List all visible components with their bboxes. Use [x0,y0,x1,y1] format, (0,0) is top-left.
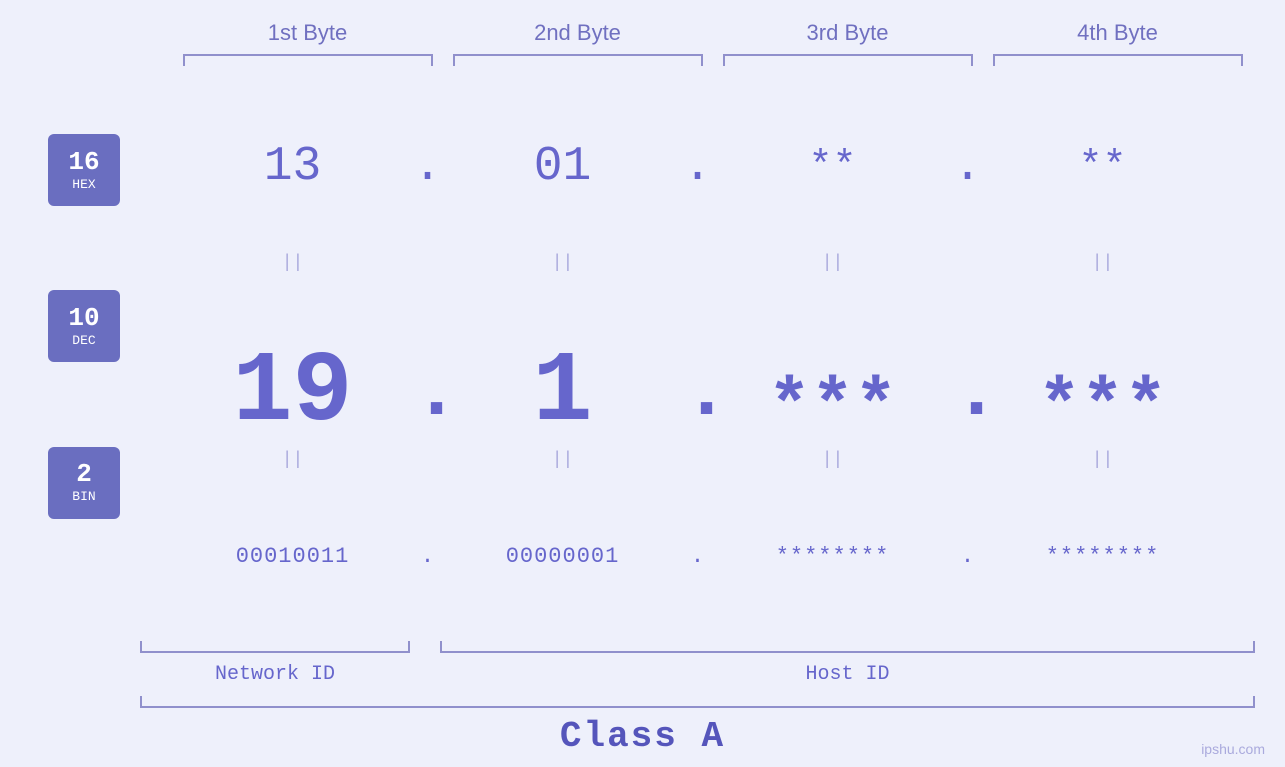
dec-badge-label: DEC [72,333,95,348]
connector-hex-dec: || || || || [140,252,1255,274]
class-bracket [140,696,1255,708]
dec-dot2: . [683,354,713,444]
main-container: 1st Byte 2nd Byte 3rd Byte 4th Byte 16 H… [0,0,1285,767]
badges-column: 16 HEX 10 DEC 2 BIN [0,82,140,641]
bracket-2 [443,54,713,72]
connector-dec-bin: || || || || [140,449,1255,471]
bin-dot2: . [683,544,713,569]
bin-b1: 00010011 [173,544,413,569]
dec-b4: *** [983,372,1223,444]
dec-row: 19 . 1 . *** . *** [140,274,1255,449]
watermark: ipshu.com [1201,741,1265,757]
hex-dot1: . [413,140,443,194]
hex-row: 13 . 01 . ** . ** [140,82,1255,252]
hex-dot3: . [953,140,983,194]
host-bracket [440,641,1255,653]
byte-headers-row: 1st Byte 2nd Byte 3rd Byte 4th Byte [0,20,1285,46]
class-label: Class A [560,716,725,757]
bin-dot1: . [413,544,443,569]
bin-b3: ******** [713,544,953,569]
bin-badge-label: BIN [72,489,95,504]
dec-b1: 19 [173,344,413,444]
hex-b4: ** [983,145,1223,190]
data-columns: 13 . 01 . ** . ** || || || || 19 [140,82,1285,641]
connector-2: || [443,252,683,274]
bottom-labels: Network ID Host ID [140,663,1255,686]
bin-b2: 00000001 [443,544,683,569]
hex-b2: 01 [443,140,683,194]
connector-8: || [983,449,1223,471]
bin-row: 00010011 . 00000001 . ******** . *******… [140,471,1255,641]
hex-badge: 16 HEX [48,134,120,206]
hex-b3: ** [713,145,953,190]
byte-header-3: 3rd Byte [713,20,983,46]
dec-badge: 10 DEC [48,290,120,362]
network-bracket [140,641,410,653]
top-brackets [0,54,1285,72]
connector-1: || [173,252,413,274]
bottom-labels-section: Network ID Host ID [0,641,1285,686]
dec-badge-number: 10 [68,305,99,331]
host-id-label: Host ID [440,663,1255,686]
bin-dot3: . [953,544,983,569]
bottom-brackets [140,641,1255,657]
bin-badge-number: 2 [76,461,92,487]
bracket-4 [983,54,1253,72]
dec-b3: *** [713,372,953,444]
dec-dot1: . [413,354,443,444]
bracket-3 [713,54,983,72]
hex-dot2: . [683,140,713,194]
connector-4: || [983,252,1223,274]
bracket-1 [173,54,443,72]
dec-b2: 1 [443,344,683,444]
byte-header-2: 2nd Byte [443,20,713,46]
hex-b1: 13 [173,140,413,194]
bin-badge: 2 BIN [48,447,120,519]
byte-header-4: 4th Byte [983,20,1253,46]
connector-5: || [173,449,413,471]
hex-badge-label: HEX [72,177,95,192]
bin-b4: ******** [983,544,1223,569]
byte-header-1: 1st Byte [173,20,443,46]
network-id-label: Network ID [140,663,410,686]
dec-dot3: . [953,354,983,444]
connector-3: || [713,252,953,274]
main-data-area: 16 HEX 10 DEC 2 BIN 13 . 01 . ** . ** [0,82,1285,641]
hex-badge-number: 16 [68,149,99,175]
connector-6: || [443,449,683,471]
connector-7: || [713,449,953,471]
